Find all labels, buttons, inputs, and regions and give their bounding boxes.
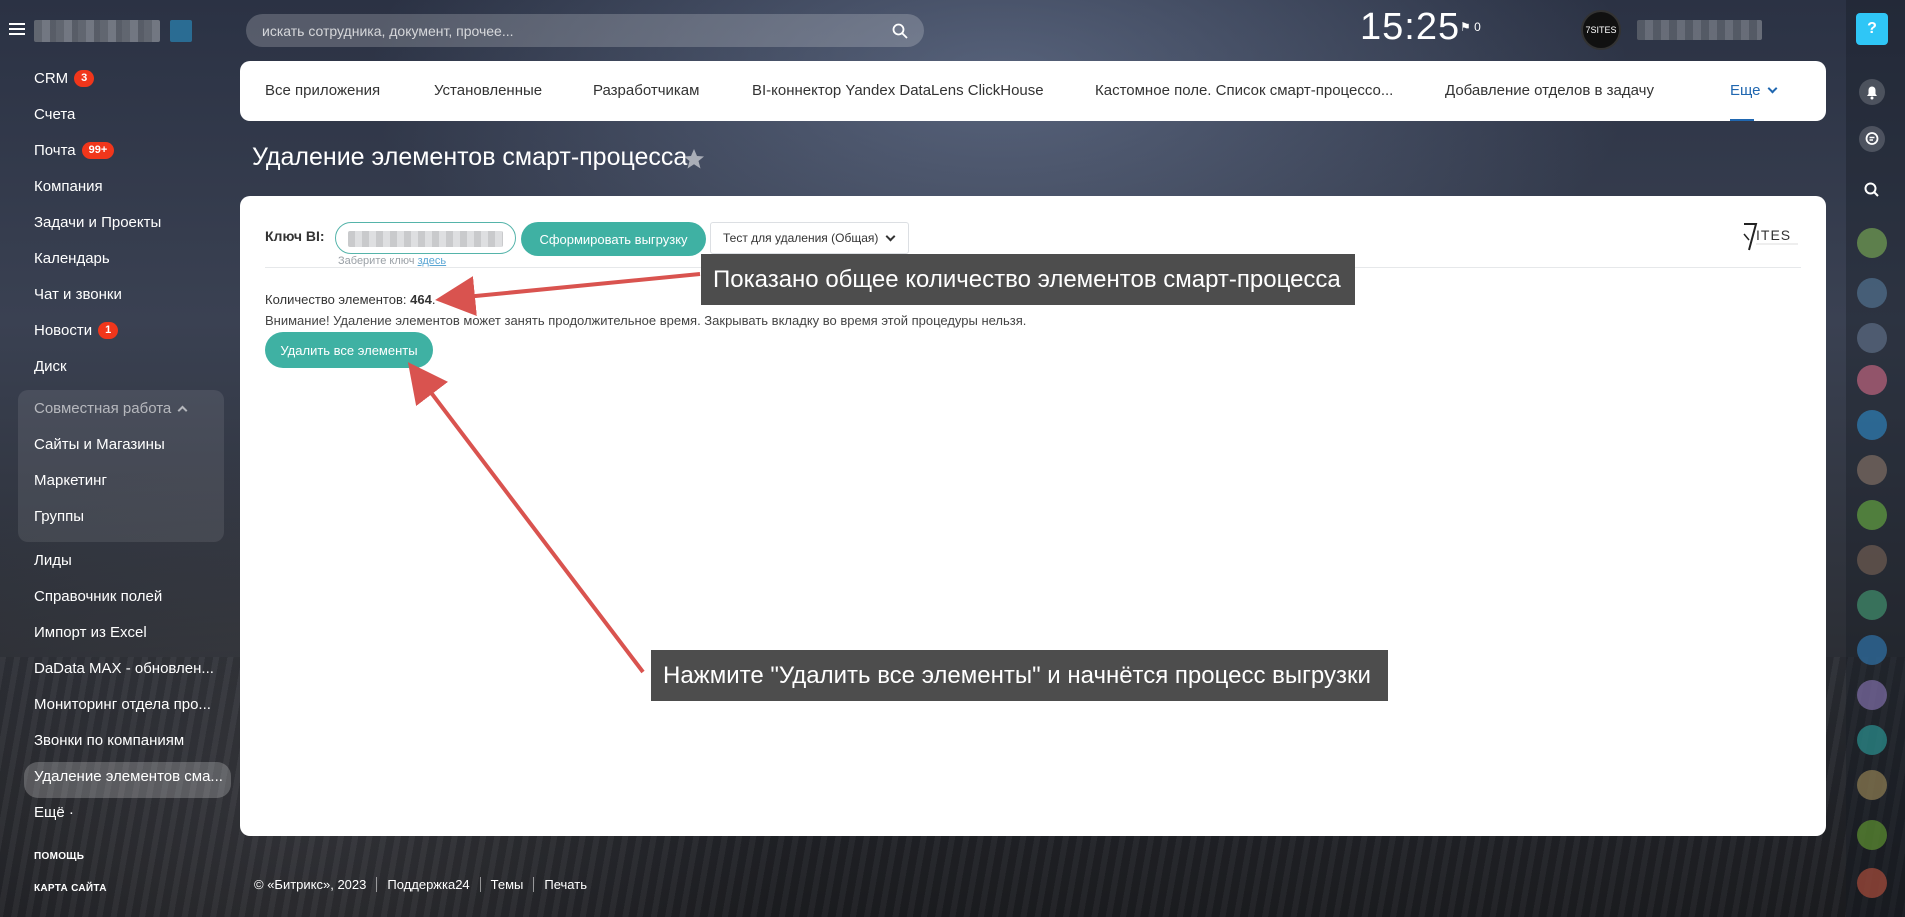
chevron-down-icon	[1767, 83, 1777, 94]
tab-custom-field[interactable]: Кастомное поле. Список смарт-процессо...	[1095, 61, 1393, 121]
sidebar-item-delete-elements[interactable]: Удаление элементов сма...	[24, 762, 231, 798]
chevron-down-icon	[885, 231, 896, 242]
footer: © «Битрикс», 2023 Поддержка24 Темы Печать	[254, 877, 597, 892]
bi-key-link[interactable]: здесь	[418, 255, 447, 267]
sidebar-item-excel-import[interactable]: Импорт из Excel	[18, 618, 224, 654]
search-icon[interactable]	[1858, 176, 1886, 204]
chevron-up-icon	[177, 405, 188, 416]
help-link[interactable]: ПОМОЩЬ	[34, 851, 107, 883]
bell-icon[interactable]	[1858, 78, 1886, 106]
work-day-flag[interactable]: ⚑ 0	[1460, 20, 1481, 34]
search-icon[interactable]	[892, 23, 908, 39]
sidebar-item-calendar[interactable]: Календарь	[18, 244, 224, 280]
elements-count-value: 464	[410, 292, 432, 307]
contact-avatar[interactable]	[1857, 323, 1887, 353]
contact-avatar[interactable]	[1857, 365, 1887, 395]
sidebar-item-news[interactable]: Новости 1	[18, 316, 224, 352]
flag-icon: ⚑	[1460, 20, 1471, 34]
export-button[interactable]: Сформировать выгрузку	[521, 222, 706, 256]
bi-key-label: Ключ BI:	[265, 228, 325, 244]
annotation-callout-delete: Нажмите "Удалить все элементы" и начнётс…	[651, 650, 1388, 701]
footer-print-link[interactable]: Печать	[533, 877, 597, 892]
contact-avatar[interactable]	[1857, 725, 1887, 755]
sidebar-item-groups[interactable]: Группы	[18, 502, 224, 538]
elements-count: Количество элементов: 464.	[265, 292, 436, 307]
sidebar-item-leads[interactable]: Лиды	[18, 546, 224, 582]
contact-avatar[interactable]	[1857, 545, 1887, 575]
annotation-callout-count: Показано общее количество элементов смар…	[701, 254, 1355, 305]
tab-all-apps[interactable]: Все приложения	[265, 61, 380, 121]
sidebar-item-disk[interactable]: Диск	[18, 352, 224, 388]
help-icon[interactable]: ?	[1856, 13, 1888, 45]
sidebar-item-tasks[interactable]: Задачи и Проекты	[18, 208, 224, 244]
sidebar-item-invoices[interactable]: Счета	[18, 100, 224, 136]
bi-key-hint: Заберите ключ здесь	[338, 255, 447, 267]
menu-burger-icon[interactable]	[9, 23, 25, 35]
sidebar-item-calls[interactable]: Звонки по компаниям	[18, 726, 224, 762]
contact-avatar[interactable]	[1857, 410, 1887, 440]
sidebar-item-crm[interactable]: CRM 3	[18, 64, 224, 100]
search-bar	[246, 14, 924, 47]
contact-avatar[interactable]	[1857, 635, 1887, 665]
sidebar-item-more[interactable]: Ещё ·	[18, 798, 224, 834]
tab-developers[interactable]: Разработчикам	[593, 61, 699, 121]
contact-avatar[interactable]	[1857, 590, 1887, 620]
tab-bi-connector[interactable]: BI-коннектор Yandex DataLens ClickHouse	[752, 61, 1044, 121]
sidebar-item-dadata[interactable]: DaData MAX - обновлен...	[18, 654, 224, 690]
sitemap-link[interactable]: КАРТА САЙТА	[34, 883, 107, 915]
page-title: Удаление элементов смарт-процесса	[252, 143, 688, 171]
smart-process-select[interactable]: Тест для удаления (Общая)	[710, 222, 909, 254]
svg-text:ITES: ITES	[1756, 227, 1791, 243]
bi-key-input[interactable]	[335, 222, 516, 254]
footer-copyright: © «Битрикс», 2023	[254, 877, 367, 892]
sidebar-group-header[interactable]: Совместная работа	[18, 394, 224, 430]
crm-badge: 3	[74, 70, 95, 87]
contact-avatar[interactable]	[1857, 228, 1887, 258]
sidebar-group-collab: Совместная работа Сайты и Магазины Марке…	[18, 390, 224, 542]
left-sidebar: CRM 3 Счета Почта 99+ Компания Задачи и Пр…	[0, 0, 232, 917]
tab-more[interactable]: Еще	[1730, 61, 1777, 121]
sevensites-logo: ITES	[1743, 223, 1798, 251]
mail-badge: 99+	[81, 142, 115, 159]
sidebar-item-sites[interactable]: Сайты и Магазины	[18, 430, 224, 466]
contact-avatar[interactable]	[1857, 680, 1887, 710]
chat-icon[interactable]	[1858, 125, 1886, 153]
clock[interactable]: 15:25	[1360, 6, 1460, 49]
sidebar-item-fields[interactable]: Справочник полей	[18, 582, 224, 618]
bi-key-value-blurred	[348, 231, 503, 247]
main-menu: CRM 3 Счета Почта 99+ Компания Задачи и Пр…	[18, 64, 231, 834]
portal-name-blurred[interactable]	[34, 20, 160, 42]
contact-avatar[interactable]	[1857, 820, 1887, 850]
sidebar-item-monitoring[interactable]: Мониторинг отдела про...	[18, 690, 224, 726]
contact-avatar[interactable]	[1857, 455, 1887, 485]
delete-all-button[interactable]: Удалить все элементы	[265, 332, 433, 368]
warning-text: Внимание! Удаление элементов может занят…	[265, 313, 1027, 328]
user-name-blurred[interactable]	[1637, 20, 1762, 40]
sidebar-item-mail[interactable]: Почта 99+	[18, 136, 224, 172]
user-avatar[interactable]: 7SITES	[1581, 10, 1621, 50]
sidebar-bottom-links: ПОМОЩЬ КАРТА САЙТА	[34, 851, 107, 915]
star-icon[interactable]	[682, 147, 706, 171]
contact-avatar[interactable]	[1857, 278, 1887, 308]
contact-avatar[interactable]	[1857, 770, 1887, 800]
contact-avatar[interactable]	[1857, 868, 1887, 898]
sidebar-item-marketing[interactable]: Маркетинг	[18, 466, 224, 502]
tab-add-departments[interactable]: Добавление отделов в задачу	[1445, 61, 1654, 121]
app-tabs-bar: Все приложения Установленные Разработчик…	[240, 61, 1826, 121]
footer-themes-link[interactable]: Темы	[479, 877, 534, 892]
sidebar-item-company[interactable]: Компания	[18, 172, 224, 208]
footer-support-link[interactable]: Поддержка24	[376, 877, 479, 892]
sidebar-item-chat[interactable]: Чат и звонки	[18, 280, 224, 316]
search-input[interactable]	[262, 14, 882, 47]
news-badge: 1	[98, 322, 119, 339]
contact-avatar[interactable]	[1857, 500, 1887, 530]
tab-installed[interactable]: Установленные	[434, 61, 542, 121]
portal-logo[interactable]	[170, 20, 192, 42]
